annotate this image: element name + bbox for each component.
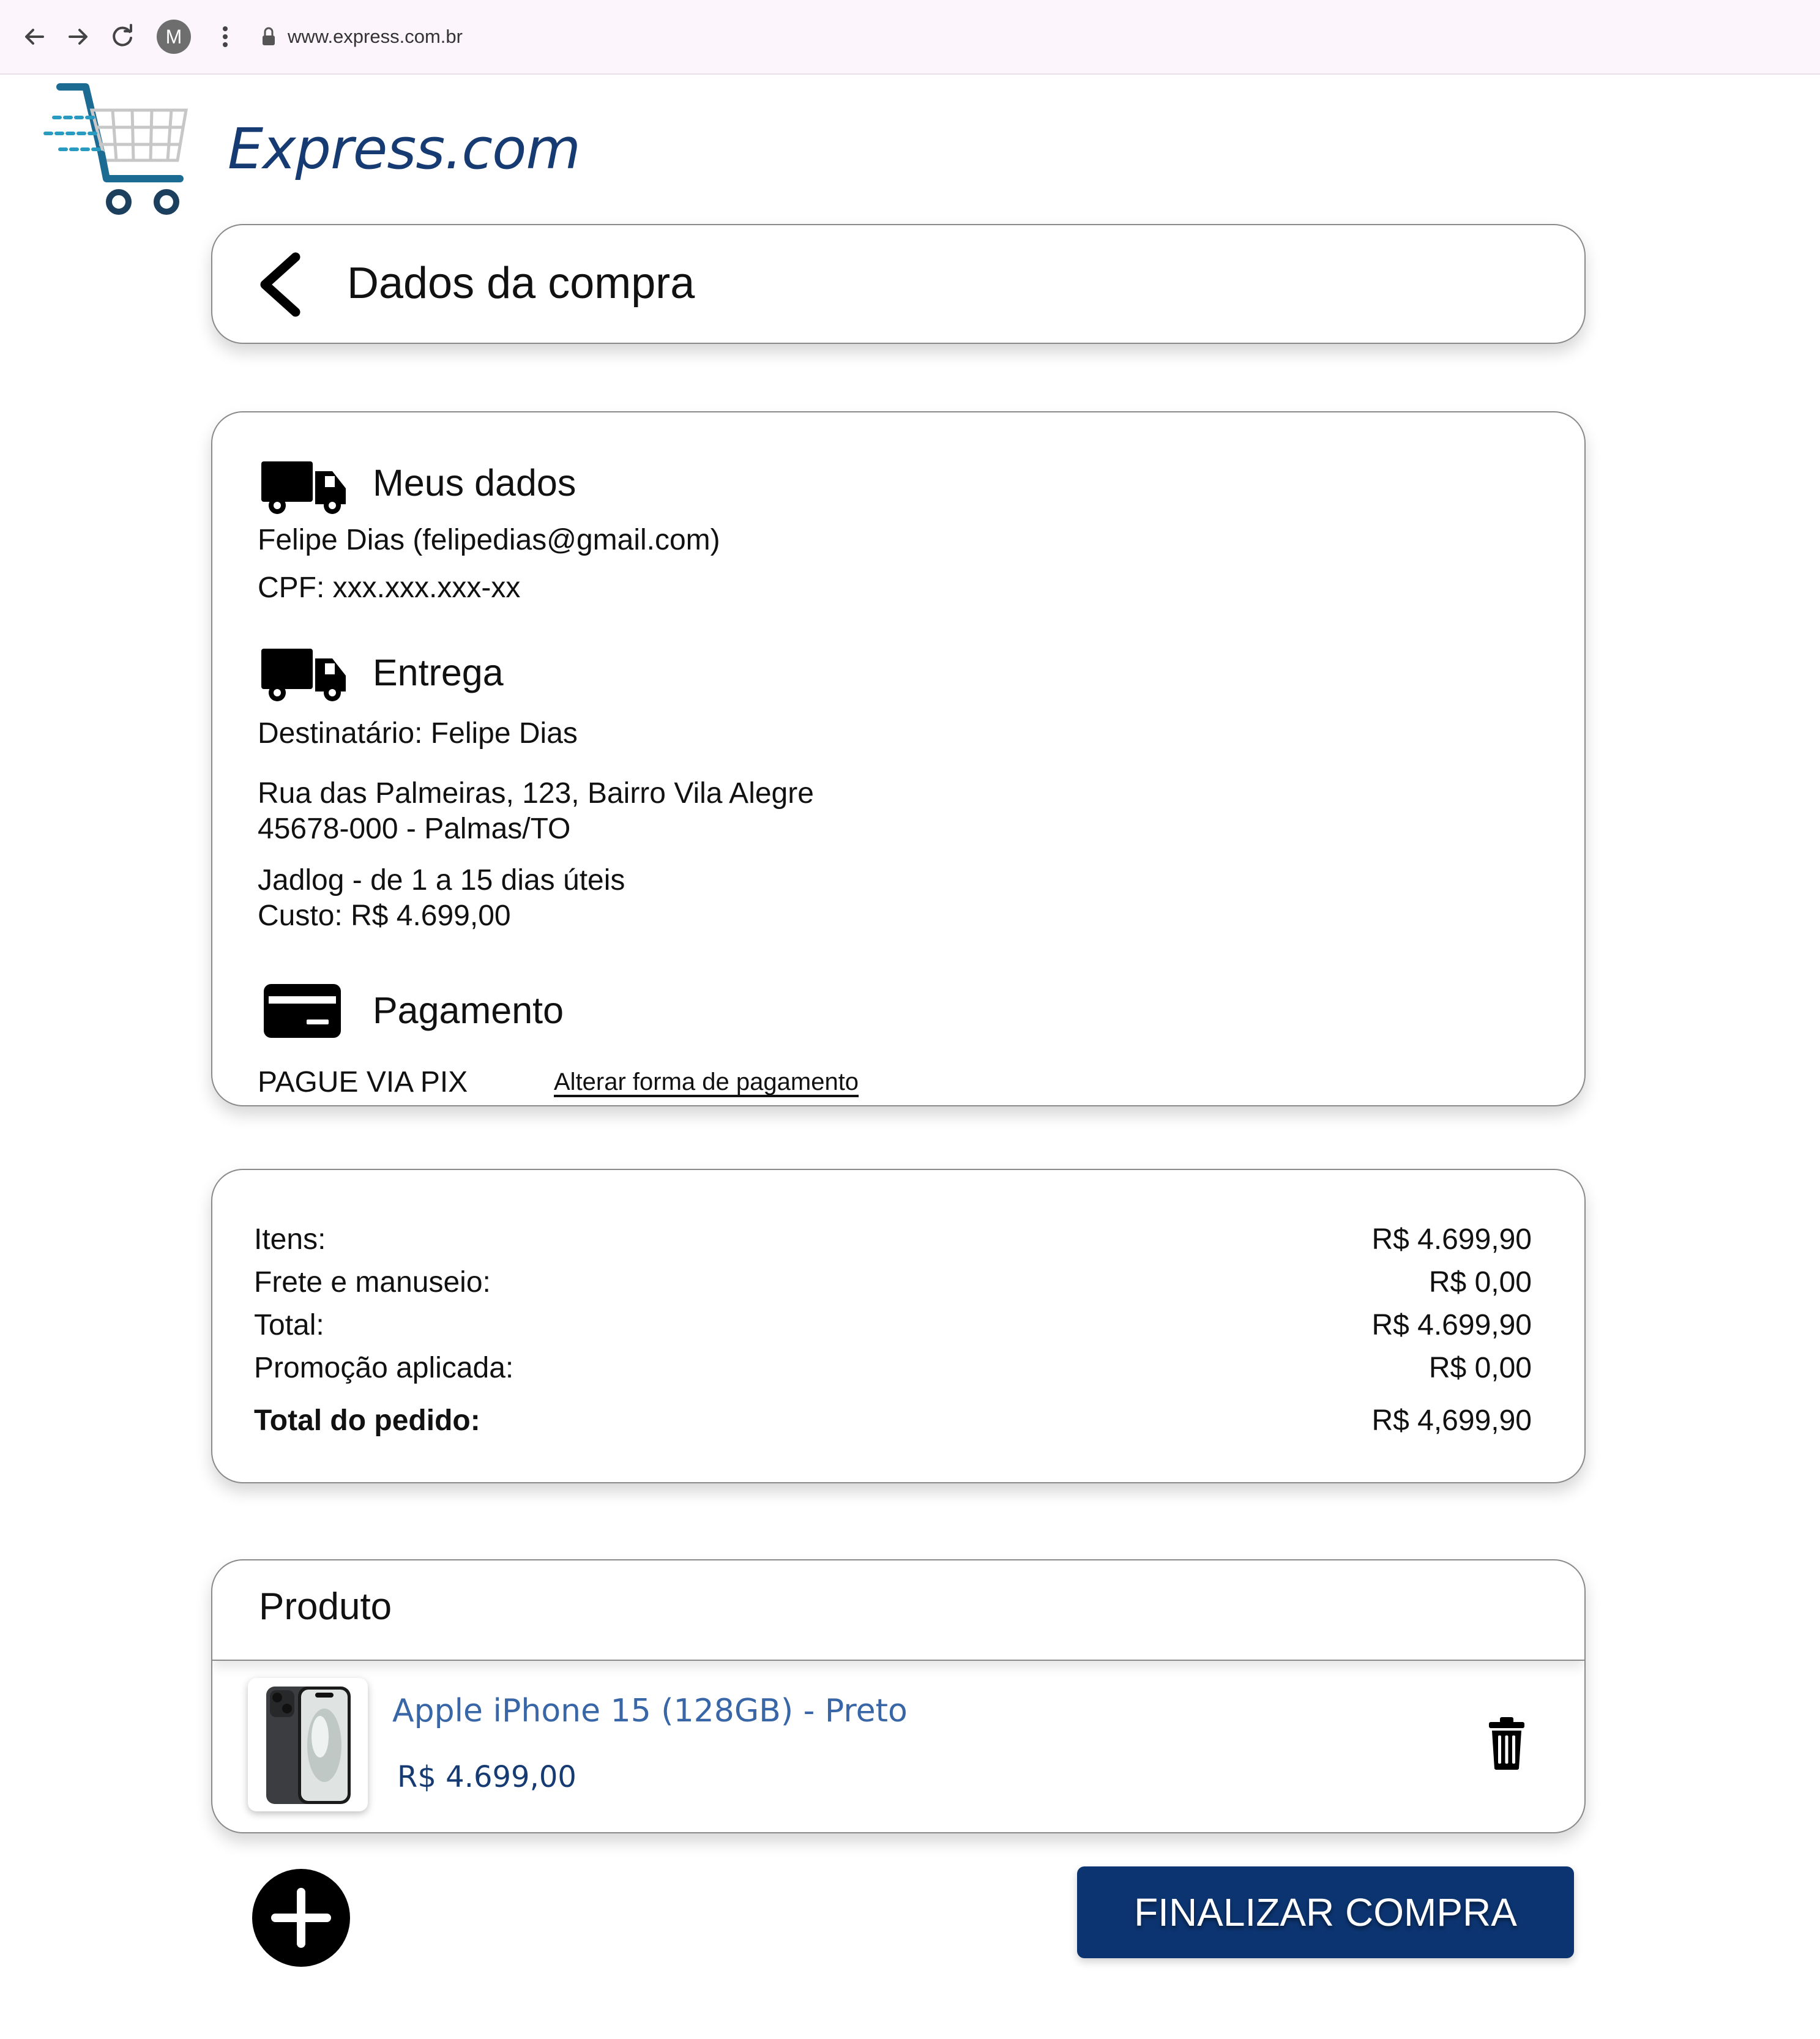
add-product-button[interactable] xyxy=(252,1869,350,1967)
delivery-address-line2: 45678-000 - Palmas/TO xyxy=(258,813,571,845)
purchase-info-card: Meus dados Felipe Dias (felipedias@gmail… xyxy=(211,411,1586,1106)
summary-row-order-total: Total do pedido: R$ 4,699,90 xyxy=(254,1404,1532,1441)
browser-toolbar: M www.express.com.br xyxy=(0,0,1820,75)
delivery-title: Entrega xyxy=(373,652,504,693)
trash-icon[interactable] xyxy=(1488,1716,1526,1771)
summary-label: Total: xyxy=(254,1309,324,1341)
my-data-title: Meus dados xyxy=(373,462,576,504)
truck-icon xyxy=(261,461,346,514)
shopping-cart-icon xyxy=(43,83,188,215)
plus-icon xyxy=(271,1888,331,1948)
shipping-cost: Custo: R$ 4.699,00 xyxy=(258,900,511,932)
summary-value: R$ 0,00 xyxy=(1428,1352,1532,1384)
delivery-address-line1: Rua das Palmeiras, 123, Bairro Vila Aleg… xyxy=(258,777,814,810)
delivery-recipient: Destinatário: Felipe Dias xyxy=(258,717,578,750)
forward-arrow-icon[interactable] xyxy=(64,22,93,51)
page-header-card: Dados da compra xyxy=(211,224,1586,344)
product-name-link[interactable]: Apple iPhone 15 (128GB) - Preto xyxy=(392,1693,908,1729)
order-summary-card: Itens: R$ 4.699,90 Frete e manuseio: R$ … xyxy=(211,1169,1586,1483)
customer-name-email: Felipe Dias (felipedias@gmail.com) xyxy=(258,524,720,556)
truck-icon xyxy=(261,649,346,701)
order-total-value: R$ 4,699,90 xyxy=(1371,1404,1532,1437)
summary-value: R$ 4.699,90 xyxy=(1371,1223,1532,1256)
finish-purchase-button[interactable]: FINALIZAR COMPRA xyxy=(1077,1866,1574,1958)
product-card: Produto Apple iPhone 15 (128GB) - Preto … xyxy=(211,1559,1586,1833)
reload-icon[interactable] xyxy=(108,22,137,51)
address-bar-url[interactable]: www.express.com.br xyxy=(288,22,463,51)
menu-dots-icon[interactable] xyxy=(211,22,240,51)
page-title: Dados da compra xyxy=(347,259,695,308)
summary-label: Frete e manuseio: xyxy=(254,1266,491,1299)
summary-row-shipping: Frete e manuseio: R$ 0,00 xyxy=(254,1266,1532,1302)
summary-label: Promoção aplicada: xyxy=(254,1352,514,1384)
payment-title: Pagamento xyxy=(373,990,564,1031)
customer-cpf: CPF: xxx.xxx.xxx-xx xyxy=(258,572,521,604)
lock-icon xyxy=(263,27,275,45)
profile-avatar[interactable]: M xyxy=(157,20,191,54)
shipping-method: Jadlog - de 1 a 15 dias úteis xyxy=(258,864,625,896)
product-section-title: Produto xyxy=(259,1586,392,1628)
summary-row-promotion: Promoção aplicada: R$ 0,00 xyxy=(254,1351,1532,1388)
summary-value: R$ 0,00 xyxy=(1428,1266,1532,1299)
product-section-header: Produto xyxy=(212,1560,1584,1661)
summary-row-items: Itens: R$ 4.699,90 xyxy=(254,1223,1532,1259)
brand-name[interactable]: Express.com xyxy=(228,116,581,182)
summary-row-total: Total: R$ 4.699,90 xyxy=(254,1308,1532,1345)
order-total-label: Total do pedido: xyxy=(254,1404,480,1437)
credit-card-icon xyxy=(264,984,341,1038)
payment-method: PAGUE VIA PIX xyxy=(258,1066,468,1098)
change-payment-link[interactable]: Alterar forma de pagamento xyxy=(554,1068,859,1096)
iphone-image xyxy=(266,1687,351,1804)
summary-value: R$ 4.699,90 xyxy=(1371,1309,1532,1341)
chevron-left-icon[interactable] xyxy=(253,251,305,318)
summary-label: Itens: xyxy=(254,1223,326,1256)
product-thumbnail[interactable] xyxy=(248,1678,368,1811)
back-arrow-icon[interactable] xyxy=(20,22,49,51)
product-price: R$ 4.699,00 xyxy=(397,1760,576,1794)
